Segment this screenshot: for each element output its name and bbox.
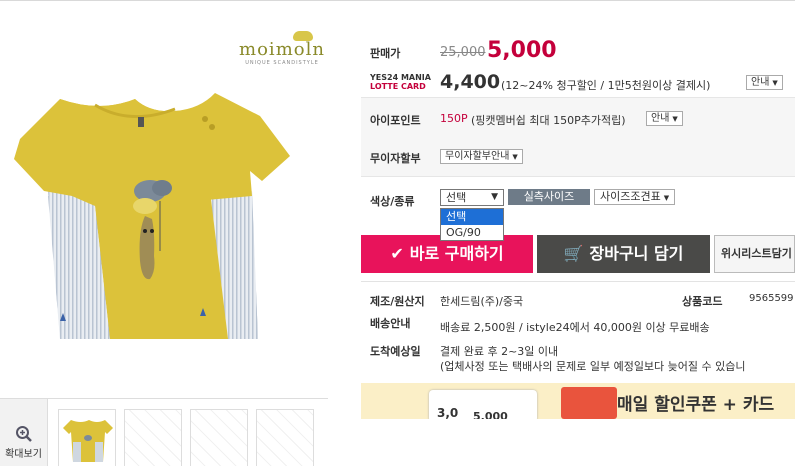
brand-logo: moimoln UNIQUE SCANDISTYLE [237,31,327,66]
arrival-value: 결제 완료 후 2~3일 이내 [440,345,559,358]
maker-label: 제조/원산지 [370,295,425,308]
coupon-banner[interactable]: 3,0 5,000 매일 할인쿠폰 + 카드 [361,383,795,419]
buy-now-label: 바로 구매하기 [409,244,504,263]
option-dropdown-list: 선택 OG/90 [440,208,504,241]
wishlist-button[interactable]: 위시리스트담기 [714,235,795,273]
shipping-label: 배송안내 [370,317,411,330]
thumbnail-2[interactable] [124,409,182,466]
thumbnail-1[interactable] [58,409,116,466]
dropdown-arrow-icon: ▼ [491,192,498,202]
price-label: 판매가 [370,47,401,60]
shirt-illustration [14,93,290,339]
brand-name: moimoln [239,39,325,60]
arrival-label: 도착예상일 [370,345,421,358]
thumbnail-3[interactable] [190,409,248,466]
caret-down-icon: ▼ [772,79,778,87]
card-logo-line2: LOTTE CARD [370,82,426,91]
installment-info-button[interactable]: 무이자할부안내 ▼ [440,149,523,164]
thumbnail-4[interactable] [256,409,314,466]
shipping-value: 배송료 2,500원 / istyle24에서 40,000원 이상 무료배송 [440,321,710,334]
caret-down-icon: ▼ [672,115,678,123]
installment-button-label: 무이자할부안내 [445,151,510,162]
points-value: 150P [440,112,468,125]
check-icon: ✔ [390,244,404,263]
arrival-note: (업체사정 또는 택배사의 문제로 일부 예정일보다 늦어질 수 있습니 [440,360,746,373]
card-logo: YES24 MANIA LOTTE CARD [370,73,442,91]
size-chart-button[interactable]: 사이즈조견표 ▼ [594,189,676,205]
card-info-button[interactable]: 안내 ▼ [746,75,783,90]
card-logo-line1: YES24 MANIA [370,73,431,82]
banner-card-amount: 5,000 [473,410,508,419]
option-label: 색상/종류 [370,195,415,208]
banner-card-graphic [561,387,617,419]
size-measure-button[interactable]: 실측사이즈 [508,189,590,205]
thumbnail-shirt-image [63,420,113,462]
magnifier-icon [15,426,32,442]
product-info: 판매가 25,000 5,000 YES24 MANIA LOTTE CARD … [361,1,795,466]
option-item[interactable]: OG/90 [441,225,503,241]
points-info-label: 안내 [651,113,670,124]
caret-down-icon: ▼ [512,153,518,161]
card-info-label: 안내 [751,77,770,88]
cloud-icon [293,31,313,41]
card-discount-desc: (12~24% 청구할인 / 1만5천원이상 결제시) [501,79,711,92]
option-select[interactable]: 선택 ▼ [440,189,504,206]
points-info-button[interactable]: 안내 ▼ [646,111,683,126]
sale-price: 5,000 [487,38,557,63]
points-desc: (핑캣멤버쉽 최대 150P추가적립) [471,114,626,127]
product-main-image[interactable] [0,21,328,391]
option-selected-value: 선택 [446,191,467,204]
cart-icon: 🛒 [563,244,584,263]
size-chart-label: 사이즈조견표 [600,190,661,203]
add-to-cart-button[interactable]: 🛒 장바구니 담기 [537,235,710,273]
points-label: 아이포인트 [370,114,421,127]
product-code-value: 9565599 [749,293,794,304]
divider [361,281,795,282]
product-page: moimoln UNIQUE SCANDISTYLE 확대보기 판매가 25,0… [0,0,795,466]
maker-value: 한세드림(주)/중국 [440,295,524,308]
card-price: 4,400 [440,71,501,93]
thumbnail-strip: 확대보기 [0,398,328,466]
brand-tagline: UNIQUE SCANDISTYLE [245,60,319,66]
installment-label: 무이자할부 [370,152,421,165]
banner-card-image: 3,0 5,000 [429,390,537,419]
original-price: 25,000 [440,45,486,60]
wishlist-label: 위시리스트담기 [721,247,792,260]
zoom-label: 확대보기 [5,449,42,460]
option-item[interactable]: 선택 [441,209,503,225]
banner-text: 매일 할인쿠폰 + 카드 [617,395,775,415]
add-to-cart-label: 장바구니 담기 [589,244,684,263]
banner-card-num: 3,0 [437,406,459,419]
product-code-label: 상품코드 [682,295,723,308]
benefit-box [361,97,795,177]
zoom-button[interactable]: 확대보기 [0,399,48,466]
caret-down-icon: ▼ [663,194,670,202]
